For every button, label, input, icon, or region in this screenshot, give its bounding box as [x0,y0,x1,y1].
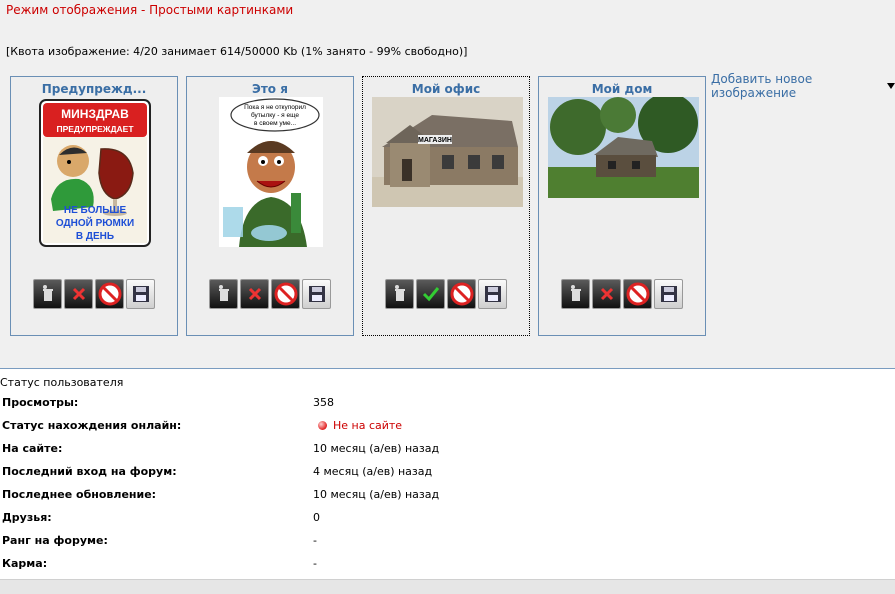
image-tools [539,279,705,309]
save-button[interactable] [302,279,331,309]
delete-trash-button[interactable] [561,279,590,309]
delete-trash-button[interactable] [33,279,62,309]
image-thumbnail[interactable] [548,97,699,198]
no-symbol-icon [274,282,297,306]
poster-line-1: МИНЗДРАВ [61,107,129,121]
image-card: Мой дом [538,76,706,336]
status-row-rank: Ранг на форуме: - [2,534,892,554]
block-button[interactable] [623,279,652,309]
status-row-online: Статус нахождения онлайн: Не на сайте [2,419,892,439]
image-tools [11,279,177,309]
close-icon [600,287,613,301]
status-label: Карма: [2,557,48,570]
poster-line-2: ПРЕДУПРЕЖДАЕТ [56,124,134,134]
close-icon [72,287,85,301]
quota-info: [Квота изображение: 4/20 занимает 614/50… [6,45,468,58]
floppy-icon [308,286,325,302]
reject-button[interactable] [240,279,269,309]
image-thumbnail[interactable]: Пока я не откупорил бутылку - я еще в св… [219,97,323,247]
image-tools [187,279,353,309]
add-image-dropdown[interactable]: Добавить новое изображение [711,72,895,100]
block-button[interactable] [447,279,476,309]
speech-line-2: бутылку - я еще [251,111,299,119]
floppy-icon [660,286,677,302]
status-row-views: Просмотры: 358 [2,396,892,416]
image-title[interactable]: Мой дом [539,82,705,96]
no-symbol-icon [450,282,473,306]
poster-line-3: НЕ БОЛЬШЕ [64,205,127,216]
status-value: 0 [313,511,320,524]
image-tools [363,279,529,309]
image-thumbnail[interactable]: МИНЗДРАВ ПРЕДУПРЕЖДАЕТ НЕ БОЛЬШЕ ОДНОЙ Р… [39,99,151,247]
speech-line-3: в своем уме... [254,120,296,127]
poster-line-5: В ДЕНЬ [76,231,114,242]
status-label: Статус нахождения онлайн: [2,419,182,432]
image-card: Это я Пока я не откупорил бутылку - я ещ… [186,76,354,336]
delete-trash-button[interactable] [209,279,238,309]
status-label: Ранг на форуме: [2,534,108,547]
status-row-last-forum: Последний вход на форум: 4 месяц (а/ев) … [2,465,892,485]
speech-line-1: Пока я не откупорил [244,104,306,111]
image-title[interactable]: Мой офис [363,82,529,96]
save-button[interactable] [654,279,683,309]
add-image-label: Добавить новое изображение [711,72,813,100]
trash-icon [570,285,581,301]
status-row-karma: Карма: - [2,557,892,577]
store-sign: МАГАЗИН [418,137,452,144]
status-row-friends: Друзья: 0 [2,511,892,531]
no-symbol-icon [98,282,121,306]
status-label: Просмотры: [2,396,79,409]
image-title[interactable]: Это я [187,82,353,96]
status-value: 10 месяц (а/ев) назад [313,442,440,455]
save-button[interactable] [478,279,507,309]
status-label: На сайте: [2,442,63,455]
block-button[interactable] [95,279,124,309]
status-value: 358 [313,396,334,409]
save-button[interactable] [126,279,155,309]
status-label: Последнее обновление: [2,488,157,501]
status-heading: Статус пользователя [0,376,124,389]
status-label: Последний вход на форум: [2,465,177,478]
status-value: - [313,534,317,547]
status-row-last-update: Последнее обновление: 10 месяц (а/ев) на… [2,488,892,508]
floppy-icon [484,286,501,302]
footer-strip [0,579,895,594]
status-value: 4 месяц (а/ев) назад [313,465,433,478]
image-title[interactable]: Предупрежд... [11,82,177,96]
status-value: - [313,557,317,570]
image-thumbnail[interactable]: МАГАЗИН [372,97,523,207]
floppy-icon [132,286,149,302]
check-icon [422,287,439,302]
online-status: Не на сайте [318,419,402,432]
approve-button[interactable] [416,279,445,309]
trash-icon [42,285,53,301]
block-button[interactable] [271,279,300,309]
user-status-panel: Статус пользователя Просмотры: 358 Стату… [0,369,895,579]
view-mode-label: Режим отображения - Простыми картинками [6,3,294,17]
image-card: Мой офис МАГАЗИН [362,76,530,336]
reject-button[interactable] [592,279,621,309]
trash-icon [218,285,229,301]
status-label: Друзья: [2,511,52,524]
status-value: 10 месяц (а/ев) назад [313,488,440,501]
close-icon [248,287,261,301]
reject-button[interactable] [64,279,93,309]
chevron-down-icon [887,83,895,89]
trash-icon [394,285,405,301]
poster-line-4: ОДНОЙ РЮМКИ [56,216,134,229]
delete-trash-button[interactable] [385,279,414,309]
status-dot-icon [318,421,327,430]
status-value: Не на сайте [333,419,403,432]
no-symbol-icon [626,282,649,306]
status-row-on-site: На сайте: 10 месяц (а/ев) назад [2,442,892,462]
image-card: Предупрежд... МИНЗДРАВ ПРЕДУПРЕЖДАЕТ НЕ … [10,76,178,336]
